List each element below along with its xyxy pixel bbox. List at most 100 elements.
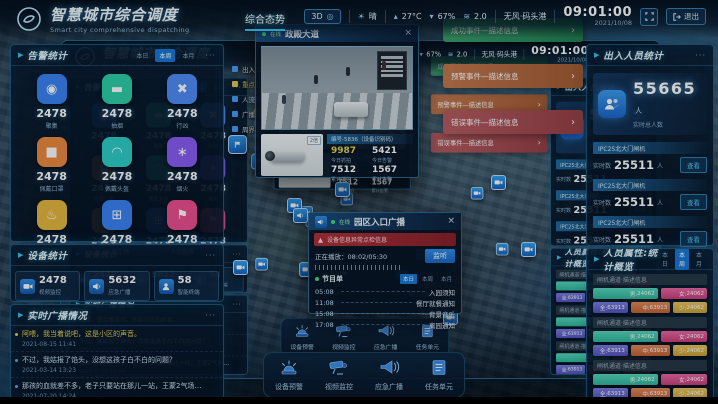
- siren-icon: [277, 358, 301, 377]
- exit-button[interactable]: 退出: [666, 8, 706, 25]
- schedule-item[interactable]: 15:08背景音乐: [315, 308, 455, 319]
- bar-all[interactable]: 全: 63913: [556, 293, 585, 302]
- device-stat-terminal[interactable]: 58智能终端: [154, 271, 219, 301]
- tab-week[interactable]: 本周: [419, 274, 436, 284]
- camera-stat: 5421今日告警: [372, 147, 409, 164]
- more-menu[interactable]: ···: [205, 311, 216, 320]
- speaker-icon: [89, 279, 104, 294]
- fullscreen-button[interactable]: [640, 8, 658, 26]
- site-label: 无风·码头港: [504, 11, 547, 22]
- more-menu[interactable]: ···: [232, 300, 241, 308]
- alarm-stat[interactable]: ▬ 2478 抽烟: [84, 74, 149, 130]
- broadcast-panel: ▶ 实时广播情况 ··· 阿喂，我当着说吧，这是小区的声音。2021-08-15…: [10, 304, 224, 397]
- tool-device-warning[interactable]: 设备预警: [290, 323, 313, 351]
- street-sign: [377, 51, 407, 90]
- tab-week[interactable]: 本周: [155, 49, 175, 62]
- bar-all[interactable]: 全: 63913: [593, 388, 628, 397]
- legend-swatch: [232, 81, 238, 87]
- device-stat-video[interactable]: 2478视频监控: [15, 271, 80, 301]
- bar-female[interactable]: 女: 24062: [661, 331, 707, 342]
- tab-day[interactable]: 本日: [400, 274, 417, 284]
- broadcast-item[interactable]: 不过，我姑报了馅头，没想这孩子白不白的问题？2021-03-14 13:23: [11, 352, 223, 378]
- cctv-icon: [327, 358, 351, 377]
- tab-week[interactable]: 本周: [675, 248, 689, 270]
- bar-female[interactable]: 女: 24062: [661, 374, 707, 385]
- bar-all[interactable]: 全: 63913: [593, 302, 628, 313]
- alarm-stat[interactable]: ◠ 2478 佩戴头盔: [84, 137, 149, 193]
- alarm-stat[interactable]: ∗ 2478 烟火: [150, 137, 215, 193]
- camera-marker[interactable]: [255, 258, 268, 271]
- bar-all[interactable]: 全: 63913: [556, 365, 585, 374]
- camera-marker[interactable]: [233, 260, 248, 275]
- speaker-marker[interactable]: [293, 208, 308, 223]
- pedestrian: [382, 61, 386, 70]
- bar-all[interactable]: 全: 63913: [593, 345, 628, 356]
- more-menu[interactable]: ···: [205, 251, 216, 260]
- schedule-item[interactable]: 05:08入园须知: [315, 286, 455, 297]
- more-menu[interactable]: ···: [205, 51, 216, 60]
- bar-middle[interactable]: 中: 63913: [631, 388, 671, 397]
- screen: 智慧城市综合调度 Smart city comprehensive dispat…: [0, 0, 718, 404]
- toast-error[interactable]: 错误事件—描述信息›: [443, 110, 583, 134]
- program-list-title: 节目单: [322, 274, 343, 284]
- camera-video-feed[interactable]: [261, 46, 413, 130]
- bar-male[interactable]: 男: 24062: [593, 288, 658, 299]
- bar-middle[interactable]: 中: 63913: [631, 302, 671, 313]
- bar-all[interactable]: 全: 63913: [556, 329, 585, 338]
- bar-male[interactable]: 男: 24062: [593, 331, 658, 342]
- tab-day[interactable]: 本日: [658, 248, 672, 270]
- view-button[interactable]: 查看: [680, 194, 707, 210]
- attr-panel-title: 人员属性:统计概览: [603, 248, 658, 273]
- camera-marker[interactable]: [521, 242, 536, 257]
- zoom-badge[interactable]: 2倍: [307, 136, 321, 145]
- car: [334, 102, 368, 117]
- flag-marker[interactable]: [228, 135, 247, 154]
- bar-female[interactable]: 女: 24062: [661, 288, 707, 299]
- vehicle-icon: ⊞: [102, 200, 132, 230]
- more-menu[interactable]: ···: [232, 250, 241, 258]
- trespass-icon: ⚑: [167, 200, 197, 230]
- tab-month[interactable]: 本月: [438, 274, 455, 284]
- bar-young[interactable]: 少: 24062: [673, 388, 707, 397]
- camera-marker[interactable]: [496, 243, 509, 256]
- bar-young[interactable]: 少: 24062: [673, 345, 707, 356]
- broadcast-item[interactable]: 那孩的血就差不多，老子只要站在那儿一站，王蒙2气场…2021-07-20 14:…: [11, 378, 223, 397]
- tool-device-warning[interactable]: 设备预警: [275, 358, 303, 392]
- panel-arrow-icon: ▶: [18, 51, 23, 59]
- tab-month[interactable]: 本月: [178, 49, 198, 62]
- megaphone-icon: [377, 358, 401, 377]
- camera-popup: 在线 政殿大道 × 2倍 编号-5836（设备识别码） 9987今日抓拍: [255, 24, 419, 178]
- bar-male[interactable]: 男: 24062: [593, 374, 658, 385]
- panel-arrow-icon: ▶: [18, 251, 23, 259]
- alarm-stat[interactable]: ◉ 2478 聚集: [19, 74, 84, 130]
- tool-task-unit[interactable]: 任务单元: [425, 358, 453, 392]
- camera-marker[interactable]: [471, 187, 484, 200]
- divider: [554, 10, 555, 23]
- pedestrian: [282, 95, 286, 104]
- tab-month[interactable]: 本月: [692, 248, 706, 270]
- device-stat-broadcast[interactable]: 5632应急广播: [84, 271, 149, 301]
- schedule-item[interactable]: 11:08餐厅就餐通知: [315, 297, 455, 308]
- droplet-icon: ▾: [420, 51, 423, 59]
- panel-arrow-icon: ▶: [18, 311, 23, 319]
- camera-marker[interactable]: [491, 175, 506, 190]
- bar-young[interactable]: 少: 24062: [673, 302, 707, 313]
- tab-overview[interactable]: 综合态势: [245, 11, 285, 31]
- tool-emergency-broadcast[interactable]: 应急广播: [375, 358, 403, 392]
- tab-day[interactable]: 本日: [132, 49, 152, 62]
- tool-video-monitor[interactable]: 视频监控: [325, 358, 353, 392]
- close-icon[interactable]: ×: [447, 217, 455, 226]
- alarm-stat[interactable]: ✖ 2478 行凶: [150, 74, 215, 130]
- bottom-toolbar: 设备预警 视频监控 应急广播 任务单元: [263, 352, 465, 397]
- listen-button[interactable]: 监听: [425, 249, 455, 263]
- alarm-stat[interactable]: ■ 2478 佩戴口罩: [19, 137, 84, 193]
- view-button[interactable]: 查看: [680, 231, 707, 247]
- more-menu[interactable]: ···: [695, 51, 706, 60]
- broadcast-item[interactable]: 阿喂，我当着说吧，这是小区的声音。2021-08-15 11:41: [11, 326, 223, 352]
- schedule-item[interactable]: 17:08离园通知: [315, 319, 455, 330]
- view-button[interactable]: 查看: [680, 157, 707, 173]
- camera-icon: [20, 279, 35, 294]
- bar-middle[interactable]: 中: 63913: [631, 345, 671, 356]
- toast-warning[interactable]: 预警事件—描述信息›: [443, 64, 583, 88]
- mode-3d-toggle[interactable]: 3D ◎: [304, 9, 340, 24]
